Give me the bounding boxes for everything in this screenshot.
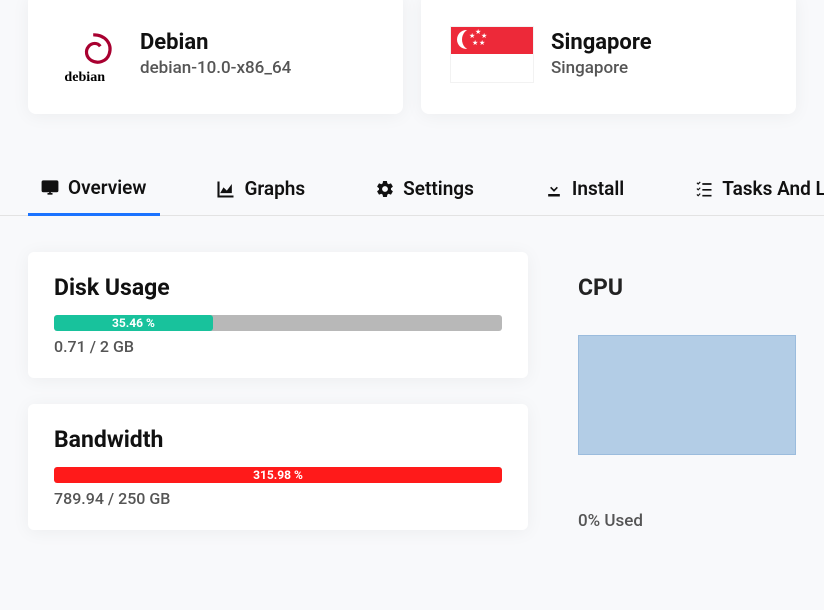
- bandwidth-progress: 315.98 %: [54, 467, 502, 483]
- disk-usage-title: Disk Usage: [54, 274, 502, 301]
- list-check-icon: [694, 179, 714, 199]
- download-icon: [544, 179, 564, 199]
- tab-install-label: Install: [572, 177, 624, 200]
- bandwidth-panel: Bandwidth 315.98 % 789.94 / 250 GB: [28, 404, 528, 530]
- os-subtitle: debian-10.0-x86_64: [140, 58, 291, 78]
- debian-icon: debian: [58, 22, 122, 86]
- location-card: ★ ★ ★ ★ ★ Singapore Singapore: [421, 0, 796, 114]
- bandwidth-usage-text: 789.94 / 250 GB: [54, 489, 502, 508]
- os-title: Debian: [140, 30, 291, 55]
- tab-graphs-label: Graphs: [244, 177, 305, 200]
- disk-usage-text: 0.71 / 2 GB: [54, 337, 502, 356]
- bandwidth-progress-fill: 315.98 %: [54, 467, 502, 483]
- tab-bar: Overview Graphs Settings Install Tasks A…: [0, 166, 824, 216]
- cpu-used-label: 0% Used: [578, 511, 796, 531]
- tab-overview-label: Overview: [68, 176, 146, 199]
- svg-text:debian: debian: [64, 69, 105, 85]
- cpu-chart-area: [578, 335, 796, 455]
- tab-tasks-logs[interactable]: Tasks And Logs: [682, 166, 824, 215]
- monitor-icon: [40, 178, 60, 198]
- location-subtitle: Singapore: [551, 58, 652, 78]
- gear-icon: [375, 179, 395, 199]
- tab-graphs[interactable]: Graphs: [204, 166, 319, 215]
- singapore-flag-icon: ★ ★ ★ ★ ★: [451, 27, 533, 82]
- location-title: Singapore: [551, 30, 652, 55]
- tab-install[interactable]: Install: [532, 166, 638, 215]
- tab-overview[interactable]: Overview: [28, 166, 160, 216]
- chart-area-icon: [216, 179, 236, 199]
- bandwidth-title: Bandwidth: [54, 426, 502, 453]
- disk-progress-fill: 35.46 %: [54, 315, 213, 331]
- tab-settings-label: Settings: [403, 177, 474, 200]
- os-card: debian Debian debian-10.0-x86_64: [28, 0, 403, 114]
- tab-settings[interactable]: Settings: [363, 166, 488, 215]
- cpu-panel: CPU 0% Used: [556, 252, 796, 531]
- disk-usage-panel: Disk Usage 35.46 % 0.71 / 2 GB: [28, 252, 528, 378]
- cpu-title: CPU: [578, 274, 796, 301]
- tab-tasks-logs-label: Tasks And Logs: [722, 177, 824, 200]
- disk-progress: 35.46 %: [54, 315, 502, 331]
